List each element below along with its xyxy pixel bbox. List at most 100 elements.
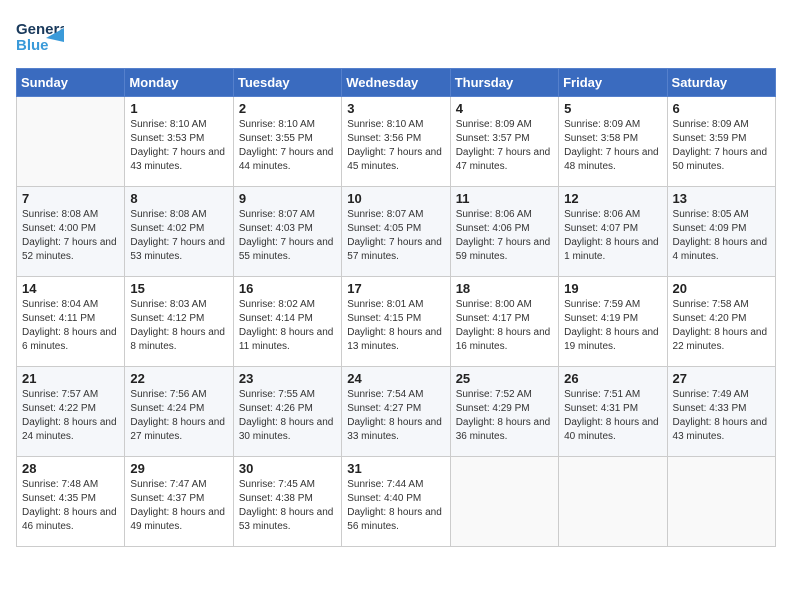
svg-text:Blue: Blue	[16, 37, 49, 54]
day-number: 2	[239, 101, 336, 116]
day-number: 13	[673, 191, 770, 206]
day-number: 20	[673, 281, 770, 296]
day-info: Sunrise: 7:51 AM Sunset: 4:31 PM Dayligh…	[564, 388, 661, 444]
calendar-cell: 4 Sunrise: 8:09 AM Sunset: 3:57 PM Daylig…	[450, 97, 558, 187]
day-info: Sunrise: 8:09 AM Sunset: 3:57 PM Dayligh…	[456, 118, 553, 174]
day-header-saturday: Saturday	[667, 69, 775, 97]
day-info: Sunrise: 8:04 AM Sunset: 4:11 PM Dayligh…	[22, 298, 119, 354]
calendar-cell: 23 Sunrise: 7:55 AM Sunset: 4:26 PM Dayli…	[233, 367, 341, 457]
day-info: Sunrise: 8:05 AM Sunset: 4:09 PM Dayligh…	[673, 208, 770, 264]
day-number: 9	[239, 191, 336, 206]
day-info: Sunrise: 7:47 AM Sunset: 4:37 PM Dayligh…	[130, 478, 227, 534]
day-number: 31	[347, 461, 444, 476]
day-number: 4	[456, 101, 553, 116]
calendar-header-row: SundayMondayTuesdayWednesdayThursdayFrid…	[17, 69, 776, 97]
day-info: Sunrise: 7:54 AM Sunset: 4:27 PM Dayligh…	[347, 388, 444, 444]
day-info: Sunrise: 7:58 AM Sunset: 4:20 PM Dayligh…	[673, 298, 770, 354]
day-info: Sunrise: 7:59 AM Sunset: 4:19 PM Dayligh…	[564, 298, 661, 354]
calendar-week-5: 28Sunrise: 7:48 AM Sunset: 4:35 PM Dayli…	[17, 457, 776, 547]
calendar-cell: 6 Sunrise: 8:09 AM Sunset: 3:59 PM Daylig…	[667, 97, 775, 187]
calendar-week-3: 14Sunrise: 8:04 AM Sunset: 4:11 PM Dayli…	[17, 277, 776, 367]
calendar-cell: 27 Sunrise: 7:49 AM Sunset: 4:33 PM Dayli…	[667, 367, 775, 457]
calendar-cell	[17, 97, 125, 187]
day-number: 27	[673, 371, 770, 386]
calendar-cell: 2 Sunrise: 8:10 AM Sunset: 3:55 PM Daylig…	[233, 97, 341, 187]
day-number: 1	[130, 101, 227, 116]
calendar-cell: 24 Sunrise: 7:54 AM Sunset: 4:27 PM Dayli…	[342, 367, 450, 457]
calendar-cell: 5 Sunrise: 8:09 AM Sunset: 3:58 PM Daylig…	[559, 97, 667, 187]
day-info: Sunrise: 8:01 AM Sunset: 4:15 PM Dayligh…	[347, 298, 444, 354]
day-info: Sunrise: 8:07 AM Sunset: 4:03 PM Dayligh…	[239, 208, 336, 264]
day-info: Sunrise: 7:55 AM Sunset: 4:26 PM Dayligh…	[239, 388, 336, 444]
day-number: 6	[673, 101, 770, 116]
day-header-tuesday: Tuesday	[233, 69, 341, 97]
day-number: 21	[22, 371, 119, 386]
day-info: Sunrise: 7:52 AM Sunset: 4:29 PM Dayligh…	[456, 388, 553, 444]
day-number: 29	[130, 461, 227, 476]
day-info: Sunrise: 8:02 AM Sunset: 4:14 PM Dayligh…	[239, 298, 336, 354]
calendar-cell: 10Sunrise: 8:07 AM Sunset: 4:05 PM Dayli…	[342, 187, 450, 277]
day-header-monday: Monday	[125, 69, 233, 97]
day-number: 16	[239, 281, 336, 296]
day-number: 18	[456, 281, 553, 296]
day-header-wednesday: Wednesday	[342, 69, 450, 97]
day-number: 15	[130, 281, 227, 296]
day-info: Sunrise: 8:08 AM Sunset: 4:00 PM Dayligh…	[22, 208, 119, 264]
calendar-cell	[667, 457, 775, 547]
calendar-cell: 12 Sunrise: 8:06 AM Sunset: 4:07 PM Dayli…	[559, 187, 667, 277]
day-number: 10	[347, 191, 444, 206]
day-number: 30	[239, 461, 336, 476]
day-number: 25	[456, 371, 553, 386]
calendar-cell: 8 Sunrise: 8:08 AM Sunset: 4:02 PM Daylig…	[125, 187, 233, 277]
calendar-cell: 21Sunrise: 7:57 AM Sunset: 4:22 PM Dayli…	[17, 367, 125, 457]
day-info: Sunrise: 8:00 AM Sunset: 4:17 PM Dayligh…	[456, 298, 553, 354]
calendar-week-4: 21Sunrise: 7:57 AM Sunset: 4:22 PM Dayli…	[17, 367, 776, 457]
calendar-cell: 20 Sunrise: 7:58 AM Sunset: 4:20 PM Dayli…	[667, 277, 775, 367]
calendar-cell: 7Sunrise: 8:08 AM Sunset: 4:00 PM Daylig…	[17, 187, 125, 277]
day-info: Sunrise: 8:09 AM Sunset: 3:59 PM Dayligh…	[673, 118, 770, 174]
day-info: Sunrise: 8:03 AM Sunset: 4:12 PM Dayligh…	[130, 298, 227, 354]
calendar-cell: 18 Sunrise: 8:00 AM Sunset: 4:17 PM Dayli…	[450, 277, 558, 367]
day-info: Sunrise: 8:10 AM Sunset: 3:55 PM Dayligh…	[239, 118, 336, 174]
page-header: General Blue	[16, 16, 776, 56]
day-number: 26	[564, 371, 661, 386]
calendar-cell	[559, 457, 667, 547]
day-number: 17	[347, 281, 444, 296]
calendar-cell: 19 Sunrise: 7:59 AM Sunset: 4:19 PM Dayli…	[559, 277, 667, 367]
day-info: Sunrise: 8:06 AM Sunset: 4:06 PM Dayligh…	[456, 208, 553, 264]
day-number: 3	[347, 101, 444, 116]
day-number: 28	[22, 461, 119, 476]
day-number: 19	[564, 281, 661, 296]
day-info: Sunrise: 7:44 AM Sunset: 4:40 PM Dayligh…	[347, 478, 444, 534]
logo: General Blue	[16, 16, 64, 56]
day-info: Sunrise: 8:06 AM Sunset: 4:07 PM Dayligh…	[564, 208, 661, 264]
day-info: Sunrise: 7:49 AM Sunset: 4:33 PM Dayligh…	[673, 388, 770, 444]
day-number: 5	[564, 101, 661, 116]
calendar-table: SundayMondayTuesdayWednesdayThursdayFrid…	[16, 68, 776, 547]
day-number: 8	[130, 191, 227, 206]
day-info: Sunrise: 8:10 AM Sunset: 3:56 PM Dayligh…	[347, 118, 444, 174]
calendar-week-1: 1 Sunrise: 8:10 AM Sunset: 3:53 PM Daylig…	[17, 97, 776, 187]
calendar-cell: 30Sunrise: 7:45 AM Sunset: 4:38 PM Dayli…	[233, 457, 341, 547]
calendar-cell	[450, 457, 558, 547]
day-number: 11	[456, 191, 553, 206]
day-number: 12	[564, 191, 661, 206]
calendar-cell: 22Sunrise: 7:56 AM Sunset: 4:24 PM Dayli…	[125, 367, 233, 457]
day-info: Sunrise: 8:09 AM Sunset: 3:58 PM Dayligh…	[564, 118, 661, 174]
logo-icon: General Blue	[16, 16, 64, 56]
calendar-week-2: 7Sunrise: 8:08 AM Sunset: 4:00 PM Daylig…	[17, 187, 776, 277]
day-header-thursday: Thursday	[450, 69, 558, 97]
day-number: 24	[347, 371, 444, 386]
day-header-friday: Friday	[559, 69, 667, 97]
calendar-cell: 31 Sunrise: 7:44 AM Sunset: 4:40 PM Dayli…	[342, 457, 450, 547]
calendar-cell: 28Sunrise: 7:48 AM Sunset: 4:35 PM Dayli…	[17, 457, 125, 547]
day-info: Sunrise: 7:56 AM Sunset: 4:24 PM Dayligh…	[130, 388, 227, 444]
day-info: Sunrise: 8:10 AM Sunset: 3:53 PM Dayligh…	[130, 118, 227, 174]
calendar-cell: 14Sunrise: 8:04 AM Sunset: 4:11 PM Dayli…	[17, 277, 125, 367]
calendar-cell: 11 Sunrise: 8:06 AM Sunset: 4:06 PM Dayli…	[450, 187, 558, 277]
calendar-cell: 26 Sunrise: 7:51 AM Sunset: 4:31 PM Dayli…	[559, 367, 667, 457]
day-info: Sunrise: 8:08 AM Sunset: 4:02 PM Dayligh…	[130, 208, 227, 264]
calendar-cell: 15 Sunrise: 8:03 AM Sunset: 4:12 PM Dayli…	[125, 277, 233, 367]
day-number: 23	[239, 371, 336, 386]
calendar-cell: 25 Sunrise: 7:52 AM Sunset: 4:29 PM Dayli…	[450, 367, 558, 457]
